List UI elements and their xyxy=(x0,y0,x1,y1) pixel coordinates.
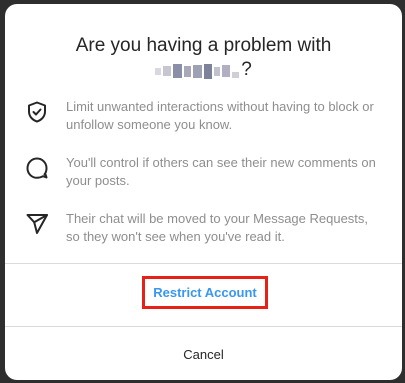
dialog-divider xyxy=(5,263,402,264)
restrict-account-button[interactable]: Restrict Account xyxy=(153,285,257,300)
comment-bubble-icon xyxy=(26,157,48,179)
restrict-account-dialog: Are you having a problem with ? Limit un… xyxy=(5,4,402,380)
dialog-title-suffix: ? xyxy=(241,59,252,80)
dialog-title-line2: ? xyxy=(5,58,402,82)
redacted-username xyxy=(155,63,240,79)
dialog-title: Are you having a problem with ? xyxy=(5,34,402,82)
restrict-info-list: Limit unwanted interactions without havi… xyxy=(25,98,385,266)
shield-check-icon xyxy=(28,101,46,123)
info-item-control-comments: You'll control if others can see their n… xyxy=(25,154,385,190)
info-item-text: You'll control if others can see their n… xyxy=(66,155,376,188)
info-item-message-requests: Their chat will be moved to your Message… xyxy=(25,210,385,246)
info-item-text: Their chat will be moved to your Message… xyxy=(66,211,369,244)
restrict-highlight-box: Restrict Account xyxy=(142,276,268,309)
paper-plane-icon xyxy=(26,214,48,234)
dialog-divider xyxy=(5,326,402,327)
info-item-limit-interactions: Limit unwanted interactions without havi… xyxy=(25,98,385,134)
info-item-text: Limit unwanted interactions without havi… xyxy=(66,99,374,132)
cancel-button[interactable]: Cancel xyxy=(5,328,402,380)
dialog-title-line1: Are you having a problem with xyxy=(75,35,332,56)
